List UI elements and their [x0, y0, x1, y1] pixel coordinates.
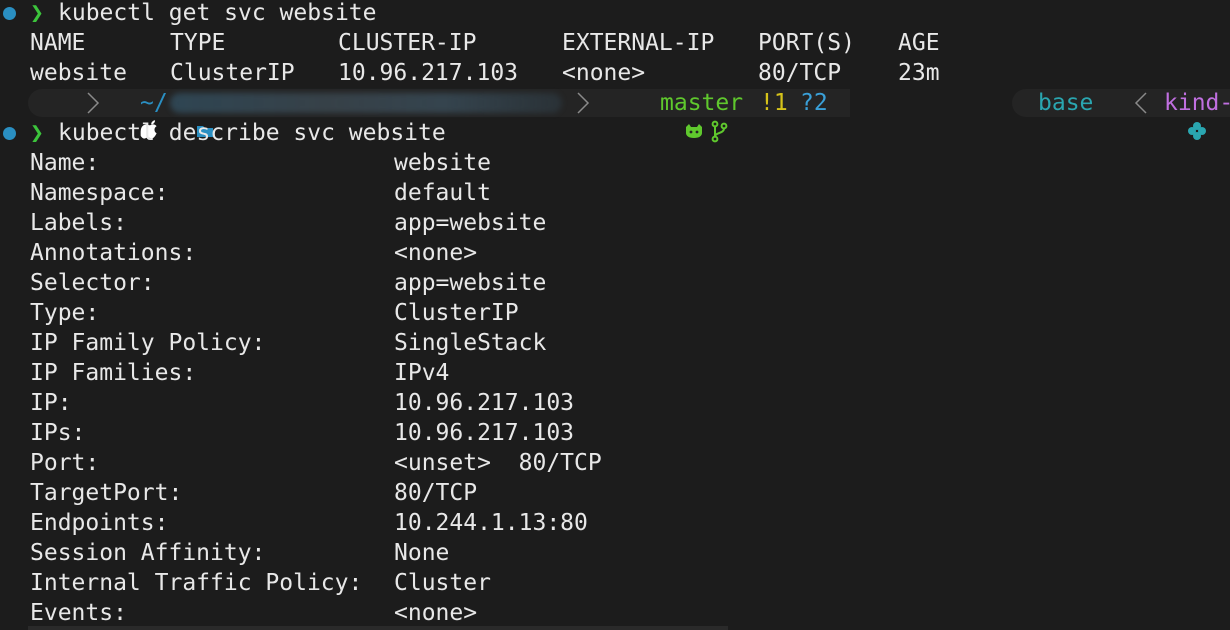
field-value: SingleStack — [394, 330, 547, 356]
field-value: app=website — [394, 270, 547, 296]
field-value: <unset> 80/TCP — [394, 450, 602, 476]
cell-cluster-ip: 10.96.217.103 — [338, 60, 519, 86]
command-text: kubectl describe svc website — [58, 120, 446, 146]
describe-row: Port: <unset> 80/TCP — [0, 448, 1230, 478]
git-branch-icon — [626, 89, 728, 143]
prompt-chevron-icon: ❯ — [30, 120, 44, 146]
apple-icon — [56, 89, 157, 139]
next-prompt-bar-edge — [28, 626, 728, 630]
describe-row: Annotations: <none> — [0, 238, 1230, 268]
field-key: Selector: — [30, 270, 155, 296]
field-key: Internal Traffic Policy: — [30, 570, 363, 596]
describe-row: Session Affinity: None — [0, 538, 1230, 568]
cell-name: website — [30, 60, 127, 86]
field-value: None — [394, 540, 450, 566]
field-value: <none> — [394, 240, 478, 266]
field-key: IP Families: — [30, 360, 197, 386]
field-value: app=website — [394, 210, 547, 236]
field-value: 10.244.1.13:80 — [394, 510, 588, 536]
describe-row: TargetPort: 80/TCP — [0, 478, 1230, 508]
field-key: IP Family Policy: — [30, 330, 266, 356]
git-modified-count: !1 — [760, 90, 788, 116]
describe-row: IP Family Policy: SingleStack — [0, 328, 1230, 358]
header-type: TYPE — [170, 30, 226, 56]
header-cluster-ip: CLUSTER-IP — [338, 30, 477, 56]
segment-separator-icon — [577, 92, 590, 114]
folder-icon — [112, 89, 214, 137]
header-name: NAME — [30, 30, 86, 56]
field-key: TargetPort: — [30, 480, 183, 506]
field-key: Type: — [30, 300, 100, 326]
field-value: 80/TCP — [394, 480, 478, 506]
cell-type: ClusterIP — [170, 60, 295, 86]
describe-row: IP Families: IPv4 — [0, 358, 1230, 388]
prompt-chevron-icon: ❯ — [30, 0, 44, 26]
prompt-dot-icon — [3, 127, 16, 140]
kube-context: kind- — [1164, 90, 1230, 116]
header-ports: PORT(S) — [758, 30, 855, 56]
field-value: ClusterIP — [394, 300, 519, 326]
conda-clover-icon — [1104, 89, 1207, 140]
field-value: website — [394, 150, 491, 176]
path-text: ~/ — [140, 90, 168, 116]
cell-ports: 80/TCP — [758, 60, 842, 86]
field-key: Name: — [30, 150, 100, 176]
field-value: Cluster — [394, 570, 491, 596]
conda-env-name: base — [1038, 90, 1094, 116]
field-key: Labels: — [30, 210, 127, 236]
describe-row: Endpoints: 10.244.1.13:80 — [0, 508, 1230, 538]
terminal-window[interactable]: ❯ kubectl get svc website NAME TYPE CLUS… — [0, 0, 1230, 630]
command-line-2: ❯ kubectl describe svc website — [0, 118, 1230, 148]
describe-row: Events: <none> — [0, 598, 1230, 628]
field-key: Session Affinity: — [30, 540, 266, 566]
cell-age: 23m — [898, 60, 940, 86]
svc-table-row: website ClusterIP 10.96.217.103 <none> 8… — [0, 58, 1230, 88]
describe-row: Name: website — [0, 148, 1230, 178]
describe-row: Selector: app=website — [0, 268, 1230, 298]
cell-external-ip: <none> — [562, 60, 646, 86]
git-untracked-count: ?2 — [800, 90, 828, 116]
prompt-dot-icon — [3, 7, 16, 20]
field-key: Port: — [30, 450, 100, 476]
describe-row: Namespace: default — [0, 178, 1230, 208]
field-value: <none> — [394, 600, 478, 626]
field-value: IPv4 — [394, 360, 450, 386]
prompt-bar: ~/ master !1 ?2 base kind- — [0, 89, 1230, 143]
svc-table-header: NAME TYPE CLUSTER-IP EXTERNAL-IP PORT(S)… — [0, 28, 1230, 58]
describe-row: Labels: app=website — [0, 208, 1230, 238]
field-key: IPs: — [30, 420, 86, 446]
field-key: IP: — [30, 390, 72, 416]
field-key: Annotations: — [30, 240, 197, 266]
field-value: 10.96.217.103 — [394, 420, 575, 446]
field-key: Namespace: — [30, 180, 169, 206]
field-key: Events: — [30, 600, 127, 626]
segment-separator-icon — [87, 92, 100, 114]
header-external-ip: EXTERNAL-IP — [562, 30, 715, 56]
field-key: Endpoints: — [30, 510, 169, 536]
github-cat-icon — [600, 89, 703, 138]
command-line-1: ❯ kubectl get svc website — [0, 0, 1230, 28]
header-age: AGE — [898, 30, 940, 56]
command-text: kubectl get svc website — [58, 0, 377, 26]
segment-separator-left-icon — [1134, 92, 1147, 114]
describe-row: IP: 10.96.217.103 — [0, 388, 1230, 418]
describe-row: Internal Traffic Policy: Cluster — [0, 568, 1230, 598]
field-value: default — [394, 180, 491, 206]
redacted-path-blur — [170, 93, 562, 113]
describe-row: Type: ClusterIP — [0, 298, 1230, 328]
field-value: 10.96.217.103 — [394, 390, 575, 416]
git-branch-name: master — [660, 90, 744, 116]
describe-row: IPs: 10.96.217.103 — [0, 418, 1230, 448]
